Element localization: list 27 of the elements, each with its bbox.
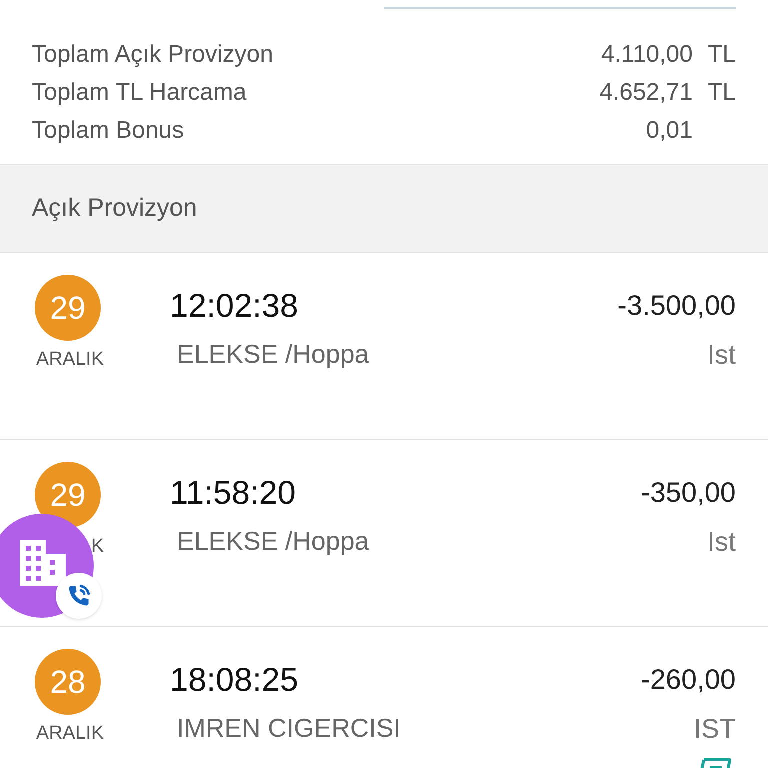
city-label: Ist (707, 526, 736, 559)
city-label: Ist (707, 339, 736, 372)
merchant-name: IMREN CIGERCISI (176, 712, 402, 744)
city-label: IST (694, 713, 736, 746)
transaction-time: 12:02:38 (170, 286, 300, 326)
transaction-time: 11:58:20 (170, 473, 298, 513)
merchant-name: ELEKSE /Hoppa (176, 338, 370, 370)
transaction-time: 18:08:25 (170, 660, 300, 700)
transaction-amount: -350,00 (641, 476, 736, 510)
transaction-amount: -3.500,00 (618, 289, 736, 323)
summary-value: 0,01 (646, 116, 693, 146)
summary-value: 4.652,71 (600, 78, 693, 108)
month-label: K (91, 535, 104, 559)
date-badge: 29 (35, 462, 101, 528)
transaction-amount: -260,00 (641, 663, 736, 697)
summary-label: Toplam Bonus (32, 116, 186, 146)
summary-value: 4.110,00 (601, 40, 693, 70)
summary-label: Toplam TL Harcama (32, 78, 248, 108)
date-badge: 28 (35, 649, 101, 715)
month-label: ARALIK (36, 722, 104, 746)
date-badge: 29 (35, 275, 101, 341)
currency-unit: TL (708, 79, 736, 106)
month-label: ARALIK (36, 348, 104, 372)
currency-unit: TL (708, 41, 736, 68)
summary-label: Toplam Açık Provizyon (32, 40, 274, 70)
merchant-name: ELEKSE /Hoppa (176, 524, 370, 558)
section-title: Açık Provizyon (32, 192, 198, 224)
